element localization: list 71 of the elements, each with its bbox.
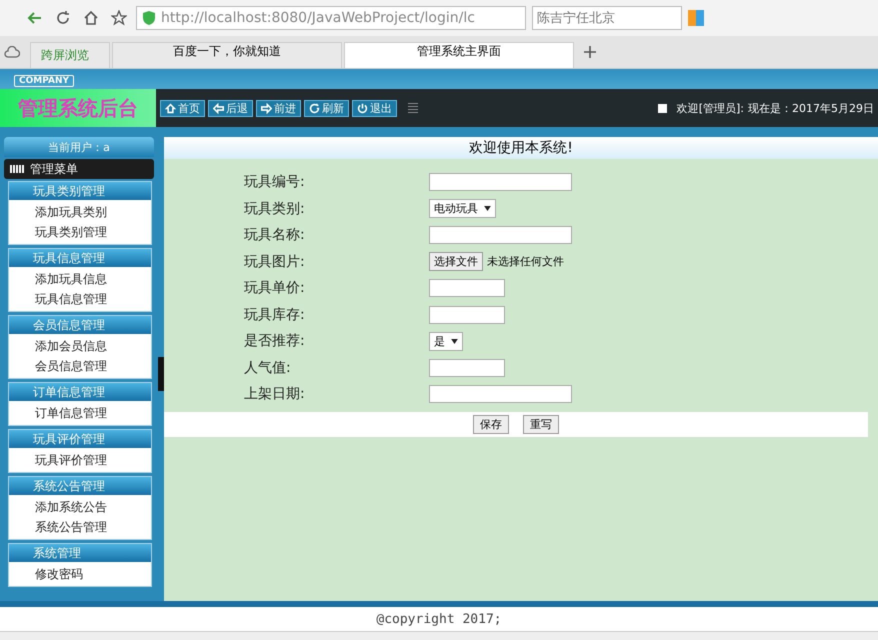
- copyright-text: @copyright 2017;: [376, 612, 502, 626]
- menu-group-header[interactable]: 玩具信息管理: [9, 249, 151, 267]
- menu-item[interactable]: 修改密码: [9, 564, 151, 584]
- caret-icon: [484, 206, 491, 212]
- form-button[interactable]: 保存: [473, 414, 509, 434]
- address-bar[interactable]: http://localhost:8080/JavaWebProject/login/lc: [136, 6, 526, 30]
- nav-button[interactable]: 后退: [208, 100, 253, 116]
- nav-button[interactable]: 刷新: [304, 100, 349, 116]
- main-title: 欢迎使用本系统!: [164, 137, 878, 159]
- dropdown[interactable]: 电动玩具: [429, 199, 496, 218]
- menu-item[interactable]: 添加玩具信息: [9, 269, 151, 289]
- caret-icon: [451, 338, 458, 344]
- home-icon: [165, 102, 176, 114]
- reload-icon[interactable]: [55, 10, 71, 26]
- menu-item[interactable]: 玩具类别管理: [9, 222, 151, 242]
- menu-group-header[interactable]: 系统公告管理: [9, 477, 151, 495]
- input-field[interactable]: [429, 226, 572, 244]
- choose-file-button[interactable]: 选择文件: [429, 252, 483, 272]
- menu-group-header[interactable]: 会员信息管理: [9, 316, 151, 334]
- browser-tab[interactable]: 跨屏浏览: [30, 42, 110, 68]
- system-title: 管理系统后台: [0, 89, 156, 127]
- field-label: 玩具图片:: [244, 252, 306, 271]
- current-user-bar: 当前用户：a: [4, 137, 154, 157]
- dropdown[interactable]: 是: [429, 332, 463, 351]
- menu-item[interactable]: 会员信息管理: [9, 356, 151, 376]
- home-icon[interactable]: [83, 10, 99, 26]
- back-icon[interactable]: [27, 10, 43, 26]
- menu-item[interactable]: 添加玩具类别: [9, 202, 151, 222]
- field-label: 是否推荐:: [244, 332, 306, 350]
- collapse-handle[interactable]: [158, 357, 164, 391]
- nav-button[interactable]: 首页: [160, 100, 205, 116]
- field-label: 玩具单价:: [244, 279, 306, 298]
- nav-button[interactable]: 前进: [256, 100, 301, 116]
- menu-item[interactable]: 玩具评价管理: [9, 450, 151, 470]
- input-field[interactable]: [429, 279, 505, 298]
- input-field[interactable]: [429, 173, 572, 192]
- back-icon: [213, 102, 224, 114]
- input-field[interactable]: [429, 385, 572, 404]
- star-icon[interactable]: [111, 10, 127, 26]
- search-field[interactable]: 陈吉宁任北京: [532, 6, 682, 30]
- field-label: 玩具编号:: [244, 173, 306, 192]
- menu-item[interactable]: 系统公告管理: [9, 517, 151, 537]
- browser-tab[interactable]: 百度一下，你就知道: [112, 42, 342, 68]
- menu-item[interactable]: 添加系统公告: [9, 497, 151, 517]
- company-logo: COMPANY: [14, 75, 74, 87]
- menu-item[interactable]: 订单信息管理: [9, 403, 151, 423]
- menu-item[interactable]: 玩具信息管理: [9, 289, 151, 309]
- square-icon: [658, 104, 667, 112]
- field-label: 玩具名称:: [244, 226, 306, 244]
- field-label: 人气值:: [244, 358, 292, 377]
- field-label: 上架日期:: [244, 385, 306, 404]
- menu-title-text: 管理菜单: [30, 160, 78, 178]
- refresh-icon: [309, 102, 320, 114]
- nav-button[interactable]: 退出: [352, 100, 397, 116]
- input-field[interactable]: [429, 306, 505, 324]
- power-icon: [357, 102, 368, 114]
- grid-icon: [10, 165, 24, 173]
- menu-item[interactable]: 添加会员信息: [9, 336, 151, 356]
- input-field[interactable]: [429, 358, 505, 377]
- cloud-icon[interactable]: [4, 46, 20, 58]
- new-tab-icon[interactable]: [584, 46, 596, 58]
- shield-icon: [143, 11, 155, 25]
- address-url: http://localhost:8080/JavaWebProject/login/lc: [161, 10, 475, 26]
- date-text: 现在是：2017年5月29日: [748, 100, 874, 116]
- welcome-text: 欢迎[管理员]:: [676, 100, 744, 116]
- field-label: 玩具类别:: [244, 200, 306, 218]
- file-status: 未选择任何文件: [487, 254, 564, 270]
- field-label: 玩具库存:: [244, 306, 306, 324]
- forward-icon: [261, 102, 272, 114]
- browser-tab[interactable]: 管理系统主界面: [344, 42, 574, 68]
- form-button[interactable]: 重写: [523, 414, 559, 434]
